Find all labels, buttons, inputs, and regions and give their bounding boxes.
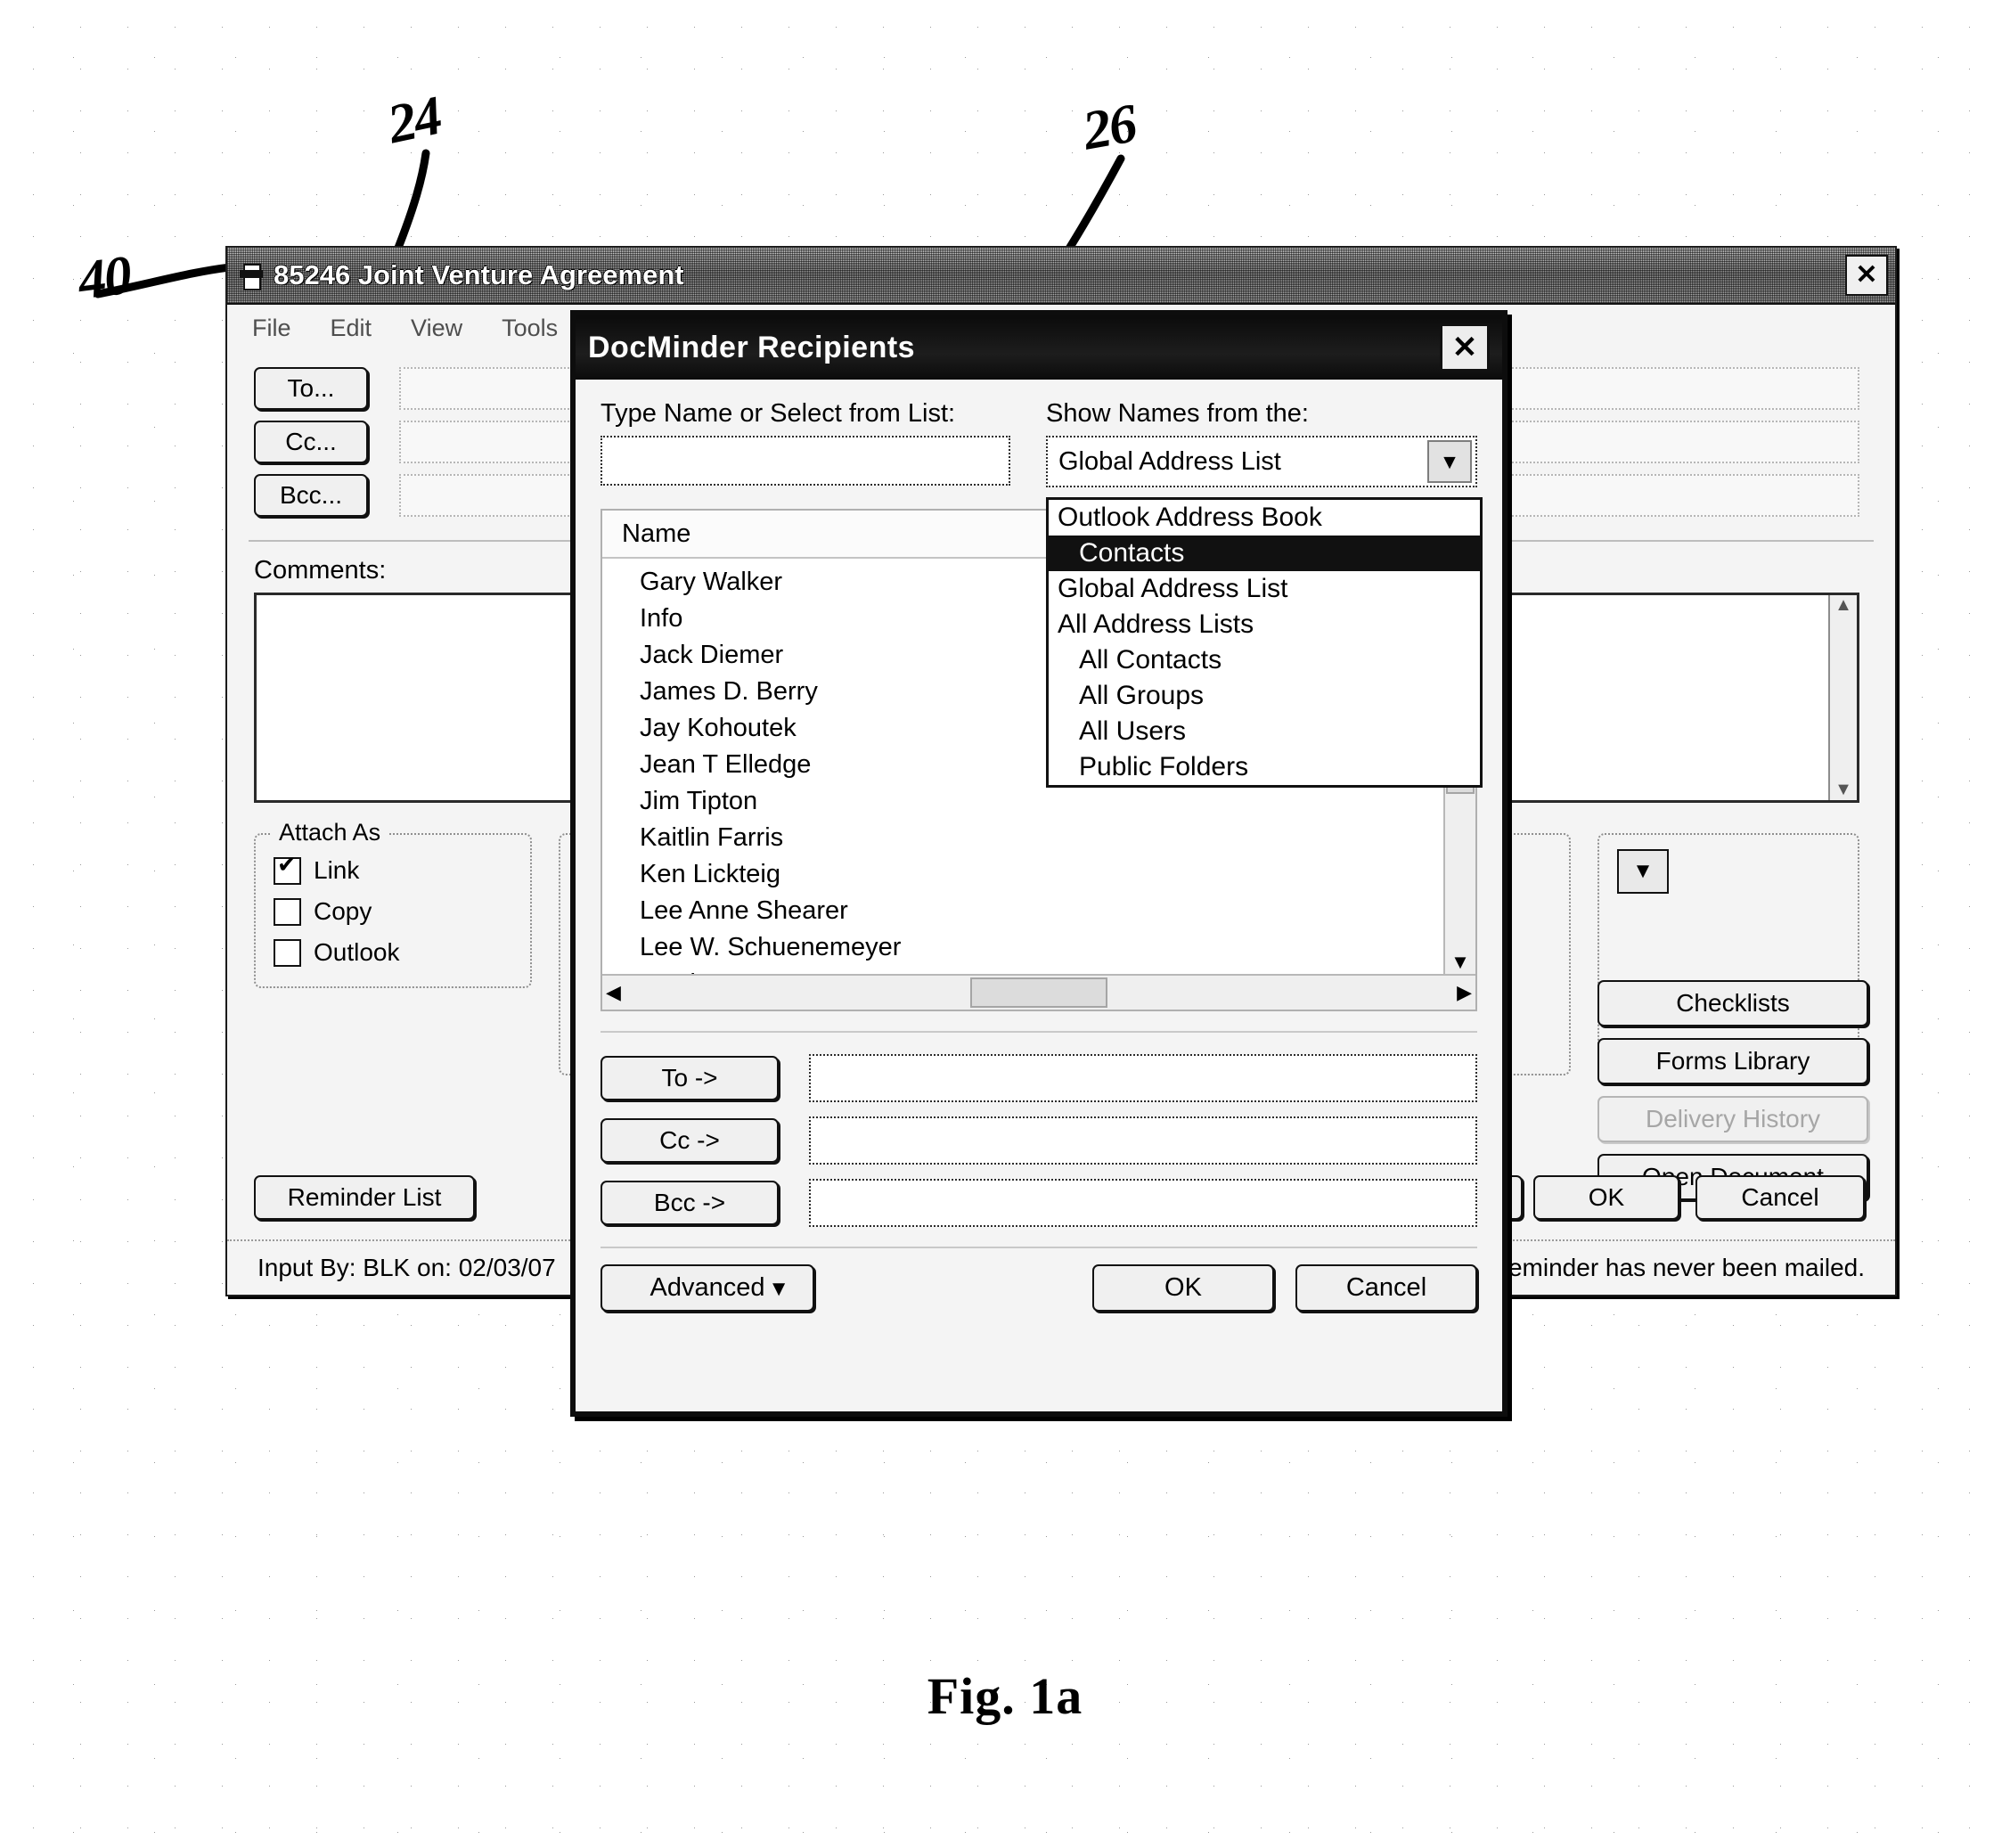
dropdown-option-all-groups[interactable]: All Groups xyxy=(1049,678,1480,714)
checkbox-row-outlook[interactable]: Outlook xyxy=(274,938,512,967)
list-item[interactable]: Ken Lickteig xyxy=(640,856,1475,893)
name-list-horizontal-scrollbar[interactable]: ◀ ▶ xyxy=(602,974,1475,1010)
checkbox-row-link[interactable]: Link xyxy=(274,853,512,885)
app-title-bar: 85246 Joint Venture Agreement ✕ xyxy=(227,248,1895,305)
delivery-history-button: Delivery History xyxy=(1597,1096,1868,1142)
copy-label: Copy xyxy=(314,897,372,925)
divider xyxy=(601,1247,1477,1248)
menu-item-edit[interactable]: Edit xyxy=(331,315,372,342)
scroll-right-icon[interactable]: ▶ xyxy=(1457,981,1472,1004)
list-item[interactable]: Lee Anne Shearer xyxy=(640,893,1475,929)
dropdown-option-all-address-lists[interactable]: All Address Lists xyxy=(1049,607,1480,642)
priority-dropdown-arrow-icon[interactable]: ▼ xyxy=(1617,849,1669,894)
status-input-by: Input By: BLK on: 02/03/07 xyxy=(257,1254,556,1281)
scroll-thumb-horizontal[interactable] xyxy=(970,977,1107,1008)
scroll-down-icon[interactable]: ▼ xyxy=(1450,951,1470,974)
assign-row-bcc: Bcc -> xyxy=(601,1179,1477,1227)
menu-item-view[interactable]: View xyxy=(411,315,462,342)
assign-row-to: To -> xyxy=(601,1054,1477,1102)
link-checkbox[interactable] xyxy=(274,853,301,885)
chevron-down-icon[interactable]: ▼ xyxy=(1427,440,1472,483)
reference-numeral-24: 24 xyxy=(382,85,446,156)
caret-down-icon: ▼ xyxy=(768,1277,789,1301)
address-book-dropdown-list[interactable]: Outlook Address Book Contacts Global Add… xyxy=(1046,497,1483,788)
list-item[interactable]: Lee W. Schuenemeyer xyxy=(640,929,1475,966)
type-name-input[interactable] xyxy=(601,436,1010,486)
type-name-label: Type Name or Select from List: xyxy=(601,399,956,428)
to-recipients-field[interactable] xyxy=(809,1054,1477,1102)
app-title-text: 85246 Joint Venture Agreement xyxy=(274,259,684,290)
scroll-up-icon[interactable]: ▲ xyxy=(1830,595,1857,616)
advanced-button[interactable]: Advanced ▼ xyxy=(601,1264,814,1312)
address-book-select[interactable]: Global Address List ▼ xyxy=(1046,436,1477,487)
bcc-recipients-field[interactable] xyxy=(809,1179,1477,1227)
outlook-checkbox[interactable] xyxy=(274,938,301,967)
scroll-left-icon[interactable]: ◀ xyxy=(606,981,621,1004)
menu-item-file[interactable]: File xyxy=(252,315,291,342)
dropdown-option-all-users[interactable]: All Users xyxy=(1049,714,1480,749)
dialog-top-columns: Type Name or Select from List: Show Name… xyxy=(601,399,1483,788)
bcc-button[interactable]: Bcc... xyxy=(254,474,368,517)
address-book-column: Show Names from the: Global Address List… xyxy=(1046,399,1483,788)
reminder-list-button[interactable]: Reminder List xyxy=(254,1175,475,1220)
dialog-cancel-button[interactable]: Cancel xyxy=(1295,1264,1477,1312)
attach-as-legend: Attach As xyxy=(272,819,388,846)
address-book-selected-value: Global Address List xyxy=(1058,446,1281,476)
show-names-label: Show Names from the: xyxy=(1046,399,1309,428)
dialog-body: Type Name or Select from List: Show Name… xyxy=(576,380,1502,1312)
dropdown-option-contacts[interactable]: Contacts xyxy=(1049,536,1480,571)
to-arrow-button[interactable]: To -> xyxy=(601,1056,779,1100)
reference-numeral-40: 40 xyxy=(75,244,134,312)
assign-row-cc: Cc -> xyxy=(601,1116,1477,1165)
side-button-stack: Checklists Forms Library Delivery Histor… xyxy=(1597,980,1868,1200)
dropdown-option-outlook-address-book[interactable]: Outlook Address Book xyxy=(1049,500,1480,536)
comments-scrollbar[interactable]: ▲ ▼ xyxy=(1828,595,1857,800)
cc-button[interactable]: Cc... xyxy=(254,421,368,463)
figure-caption: Fig. 1a xyxy=(927,1667,1083,1725)
cc-arrow-button[interactable]: Cc -> xyxy=(601,1118,779,1163)
bcc-arrow-button[interactable]: Bcc -> xyxy=(601,1181,779,1225)
outlook-label: Outlook xyxy=(314,938,400,966)
cancel-button[interactable]: Cancel xyxy=(1695,1175,1865,1220)
status-mail-state: reminder has never been mailed. xyxy=(1499,1254,1865,1281)
patent-figure-sheet: 40 24 26 85246 Joint Venture Agreement ✕… xyxy=(0,0,2010,1848)
type-name-column: Type Name or Select from List: xyxy=(601,399,1010,487)
dialog-ok-button[interactable]: OK xyxy=(1092,1264,1274,1312)
dropdown-option-public-folders[interactable]: Public Folders xyxy=(1049,749,1480,785)
document-icon xyxy=(238,262,265,290)
window-close-icon[interactable]: ✕ xyxy=(1845,255,1888,296)
list-item[interactable]: Jim Tipton xyxy=(640,783,1475,820)
ok-button[interactable]: OK xyxy=(1533,1175,1679,1220)
docminder-recipients-dialog[interactable]: DocMinder Recipients ✕ Type Name or Sele… xyxy=(570,310,1508,1417)
dropdown-option-all-contacts[interactable]: All Contacts xyxy=(1049,642,1480,678)
dialog-close-icon[interactable]: ✕ xyxy=(1440,323,1490,372)
to-button[interactable]: To... xyxy=(254,367,368,410)
scroll-down-icon[interactable]: ▼ xyxy=(1830,780,1857,800)
dropdown-option-global-address-list[interactable]: Global Address List xyxy=(1049,571,1480,607)
dialog-title-text: DocMinder Recipients xyxy=(588,330,916,364)
checkbox-row-copy[interactable]: Copy xyxy=(274,897,512,926)
list-item[interactable]: Kaitlin Farris xyxy=(640,820,1475,856)
recipient-assign-rows: To -> Cc -> Bcc -> xyxy=(601,1054,1477,1227)
copy-checkbox[interactable] xyxy=(274,897,301,926)
dialog-title-bar: DocMinder Recipients ✕ xyxy=(576,315,1502,380)
checklists-button[interactable]: Checklists xyxy=(1597,980,1868,1026)
divider xyxy=(601,1031,1477,1033)
reference-numeral-26: 26 xyxy=(1078,93,1140,162)
advanced-label: Advanced xyxy=(650,1273,765,1302)
attach-as-group: Attach As Link Copy Outlook xyxy=(254,819,532,988)
cc-recipients-field[interactable] xyxy=(809,1116,1477,1165)
dialog-footer: Advanced ▼ OK Cancel xyxy=(601,1264,1477,1312)
link-label: Link xyxy=(314,856,360,884)
menu-item-tools[interactable]: Tools xyxy=(502,315,558,342)
forms-library-button[interactable]: Forms Library xyxy=(1597,1038,1868,1084)
